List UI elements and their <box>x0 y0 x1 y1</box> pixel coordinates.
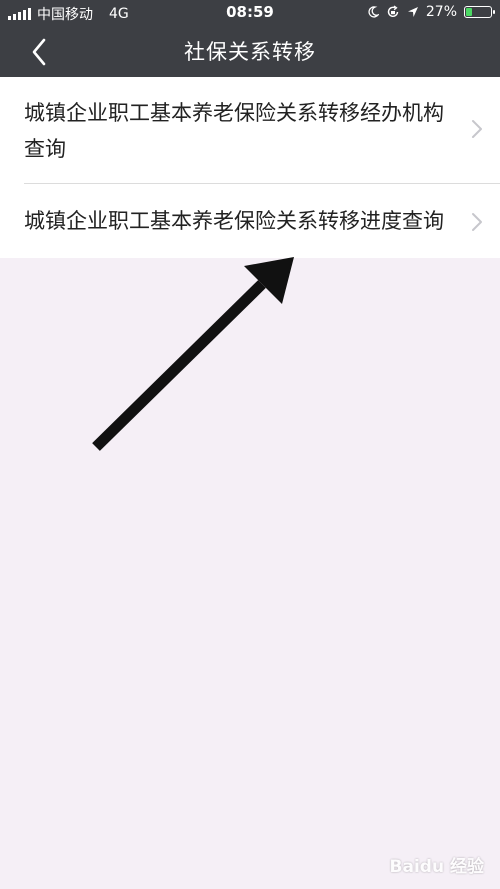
battery-level <box>466 8 472 16</box>
location-icon <box>407 7 418 17</box>
moon-icon <box>368 6 379 18</box>
menu-item-label: 城镇企业职工基本养老保险关系转移经办机构查询 <box>24 101 444 161</box>
menu-item-agency-query[interactable]: 城镇企业职工基本养老保险关系转移经办机构查询 <box>0 77 500 183</box>
app-header: 中国移动 4G 08:59 27% 社保关系转移 <box>0 0 500 77</box>
chevron-right-icon <box>472 213 482 231</box>
menu-list: 城镇企业职工基本养老保险关系转移经办机构查询 城镇企业职工基本养老保险关系转移进… <box>0 77 500 258</box>
battery-icon <box>464 6 495 18</box>
battery-percent: 27% <box>425 4 457 20</box>
menu-item-progress-query[interactable]: 城镇企业职工基本养老保险关系转移进度查询 <box>0 184 500 258</box>
nav-bar: 社保关系转移 <box>0 26 500 77</box>
rotation-lock-icon <box>387 5 399 18</box>
status-right: 27% <box>367 4 495 20</box>
status-bar: 中国移动 4G 08:59 27% <box>0 0 500 26</box>
page-title: 社保关系转移 <box>184 40 316 64</box>
menu-item-label: 城镇企业职工基本养老保险关系转移进度查询 <box>24 209 444 233</box>
chevron-right-icon <box>472 120 482 138</box>
watermark: Baidu 经验 <box>389 857 484 877</box>
